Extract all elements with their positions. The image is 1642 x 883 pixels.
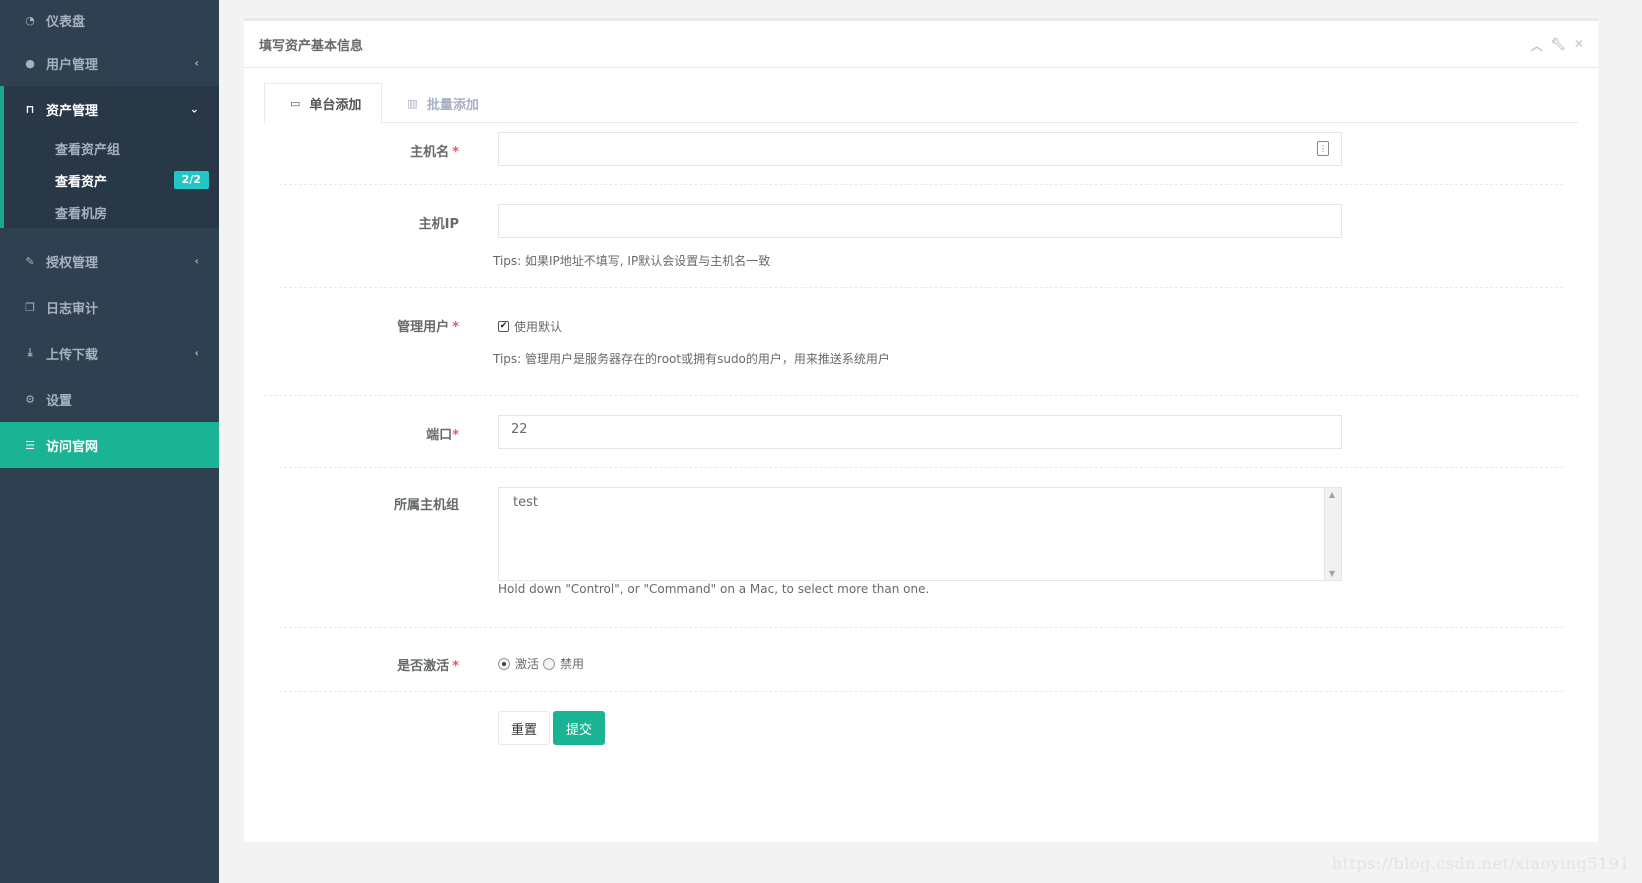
download-icon: ⤓ bbox=[27, 346, 33, 359]
panel-tools: ︿ 🔧︎ ✕ bbox=[1531, 37, 1584, 54]
required-mark: * bbox=[452, 145, 459, 160]
panel-header: 填写资产基本信息 ︿ 🔧︎ ✕ bbox=[244, 21, 1598, 68]
hostname-label: 主机名 * bbox=[259, 141, 459, 160]
tab-label: 批量添加 bbox=[426, 97, 479, 113]
chevron-down-icon: ⌄ bbox=[189, 102, 199, 116]
required-mark: * bbox=[452, 659, 459, 674]
active-radio-group: 激活 禁用 bbox=[498, 655, 588, 672]
radio-label: 禁用 bbox=[560, 657, 585, 671]
tab-label: 单台添加 bbox=[309, 98, 362, 113]
chevron-left-icon: ‹ bbox=[194, 56, 199, 70]
host-group-help: Hold down "Control", or "Command" on a M… bbox=[498, 582, 930, 596]
laptop-icon: ▭ bbox=[290, 97, 301, 110]
chevron-left-icon: ‹ bbox=[194, 346, 199, 360]
divider bbox=[264, 395, 1578, 396]
host-group-label: 所属主机组 bbox=[259, 494, 459, 513]
copy-icon: ❐ bbox=[25, 300, 35, 314]
ip-label: 主机IP bbox=[259, 213, 459, 232]
divider bbox=[279, 691, 1563, 692]
watermark: https://blog.csdn.net/xiaoying5191 bbox=[1331, 854, 1630, 873]
active-label: 是否激活 * bbox=[259, 655, 459, 674]
use-default-checkbox[interactable]: ✔ 使用默认 bbox=[498, 318, 562, 335]
label-text: 主机IP bbox=[418, 217, 459, 232]
tab-bar: ▭ 单台添加 ▥ 批量添加 bbox=[264, 83, 1578, 124]
radio-active[interactable] bbox=[498, 657, 510, 670]
host-group-option[interactable]: test bbox=[499, 488, 1341, 517]
tab-batch-add[interactable]: ▥ 批量添加 bbox=[382, 83, 498, 123]
port-label: 端口* bbox=[259, 424, 459, 443]
divider bbox=[279, 287, 1563, 288]
sub-item-asset-groups[interactable]: 查看资产组 bbox=[4, 132, 219, 164]
sub-item-idc[interactable]: 查看机房 bbox=[4, 196, 219, 228]
label-text: 所属主机组 bbox=[393, 498, 459, 513]
input-value: 22 bbox=[511, 422, 528, 437]
nav-item-label: 授权管理 bbox=[46, 255, 99, 271]
wrench-icon[interactable]: 🔧︎ bbox=[1551, 37, 1566, 54]
divider bbox=[279, 627, 1563, 628]
checkbox-label: 使用默认 bbox=[514, 320, 563, 334]
required-mark: * bbox=[452, 428, 459, 443]
hostname-input[interactable]: ⋮ bbox=[498, 132, 1342, 166]
nav-item-logs[interactable]: ❐ 日志审计 bbox=[0, 284, 219, 330]
count-badge: 2/2 bbox=[173, 171, 209, 189]
divider bbox=[279, 467, 1563, 468]
label-text: 端口 bbox=[426, 428, 453, 443]
bar-chart-icon: ▥ bbox=[407, 96, 418, 110]
sub-item-label: 查看资产组 bbox=[55, 142, 121, 158]
close-icon[interactable]: ✕ bbox=[1574, 37, 1584, 54]
radio-disabled[interactable] bbox=[543, 657, 556, 670]
label-text: 主机名 bbox=[410, 145, 450, 160]
sub-item-label: 查看资产 bbox=[55, 174, 108, 190]
checkbox-checked-icon[interactable]: ✔ bbox=[498, 321, 509, 332]
nav-item-users[interactable]: ● 用户管理 ‹ bbox=[0, 40, 219, 86]
label-text: 是否激活 bbox=[397, 659, 450, 674]
host-group-select[interactable]: test ▲ ▼ bbox=[498, 487, 1342, 581]
reset-button[interactable]: 重置 bbox=[498, 711, 551, 745]
nav-item-label: 日志审计 bbox=[46, 301, 99, 317]
sidebar: ◔ 仪表盘 ● 用户管理 ‹ ⊓ 资产管理 ⌄ 查看资产组 查看资产 2/2 查… bbox=[0, 0, 219, 883]
submit-button[interactable]: 提交 bbox=[553, 711, 606, 745]
nav-item-label: 仪表盘 bbox=[46, 14, 86, 30]
dashboard-icon: ◔ bbox=[25, 13, 35, 27]
label-text: 管理用户 bbox=[397, 320, 450, 335]
ip-input[interactable] bbox=[498, 204, 1342, 238]
port-input[interactable]: 22 bbox=[498, 415, 1342, 449]
nav-item-permissions[interactable]: ✎ 授权管理 ‹ bbox=[0, 238, 219, 284]
contact-card-icon[interactable]: ⋮ bbox=[1317, 141, 1329, 156]
nav-group-assets: ⊓ 资产管理 ⌄ 查看资产组 查看资产 2/2 查看机房 bbox=[0, 86, 219, 228]
users-icon: ● bbox=[25, 56, 35, 70]
admin-user-label: 管理用户 * bbox=[259, 316, 459, 335]
nav-item-label: 上传下载 bbox=[46, 347, 99, 363]
divider bbox=[279, 184, 1563, 185]
nav-item-assets[interactable]: ⊓ 资产管理 ⌄ bbox=[4, 86, 219, 132]
nav-item-settings[interactable]: ⚙ 设置 bbox=[0, 376, 219, 422]
nav-item-upload-download[interactable]: ⤓ 上传下载 ‹ bbox=[0, 330, 219, 376]
sub-item-label: 查看机房 bbox=[55, 206, 108, 222]
database-icon: ☰ bbox=[25, 438, 35, 452]
ip-tips: Tips: 如果IP地址不填写, IP默认会设置与主机名一致 bbox=[493, 254, 771, 268]
nav-item-visit-site[interactable]: ☰ 访问官网 bbox=[0, 422, 219, 468]
nav-item-dashboard[interactable]: ◔ 仪表盘 bbox=[0, 0, 219, 40]
nav-item-label: 资产管理 bbox=[46, 103, 99, 119]
scrollbar[interactable]: ▲ ▼ bbox=[1324, 488, 1341, 580]
edit-icon: ✎ bbox=[25, 254, 35, 268]
nav-item-label: 访问官网 bbox=[46, 439, 99, 455]
scroll-up-icon[interactable]: ▲ bbox=[1329, 490, 1335, 499]
inbox-icon: ⊓ bbox=[25, 102, 35, 116]
nav-item-label: 设置 bbox=[46, 393, 73, 409]
sub-item-assets[interactable]: 查看资产 2/2 bbox=[4, 164, 219, 196]
required-mark: * bbox=[452, 320, 459, 335]
nav-item-label: 用户管理 bbox=[46, 57, 99, 73]
tab-single-add[interactable]: ▭ 单台添加 bbox=[264, 83, 383, 124]
admin-user-tips: Tips: 管理用户是服务器存在的root或拥有sudo的用户，用来推送系统用户 bbox=[493, 352, 890, 366]
asset-form-panel: 填写资产基本信息 ︿ 🔧︎ ✕ ▭ 单台添加 ▥ 批量添加 主机名 * ⋮ 主机I… bbox=[244, 18, 1598, 842]
radio-label: 激活 bbox=[515, 657, 540, 671]
gears-icon: ⚙ bbox=[25, 392, 35, 406]
chevron-left-icon: ‹ bbox=[194, 254, 199, 268]
panel-title: 填写资产基本信息 bbox=[259, 38, 364, 54]
collapse-icon[interactable]: ︿ bbox=[1531, 37, 1543, 54]
scroll-down-icon[interactable]: ▼ bbox=[1329, 569, 1335, 578]
